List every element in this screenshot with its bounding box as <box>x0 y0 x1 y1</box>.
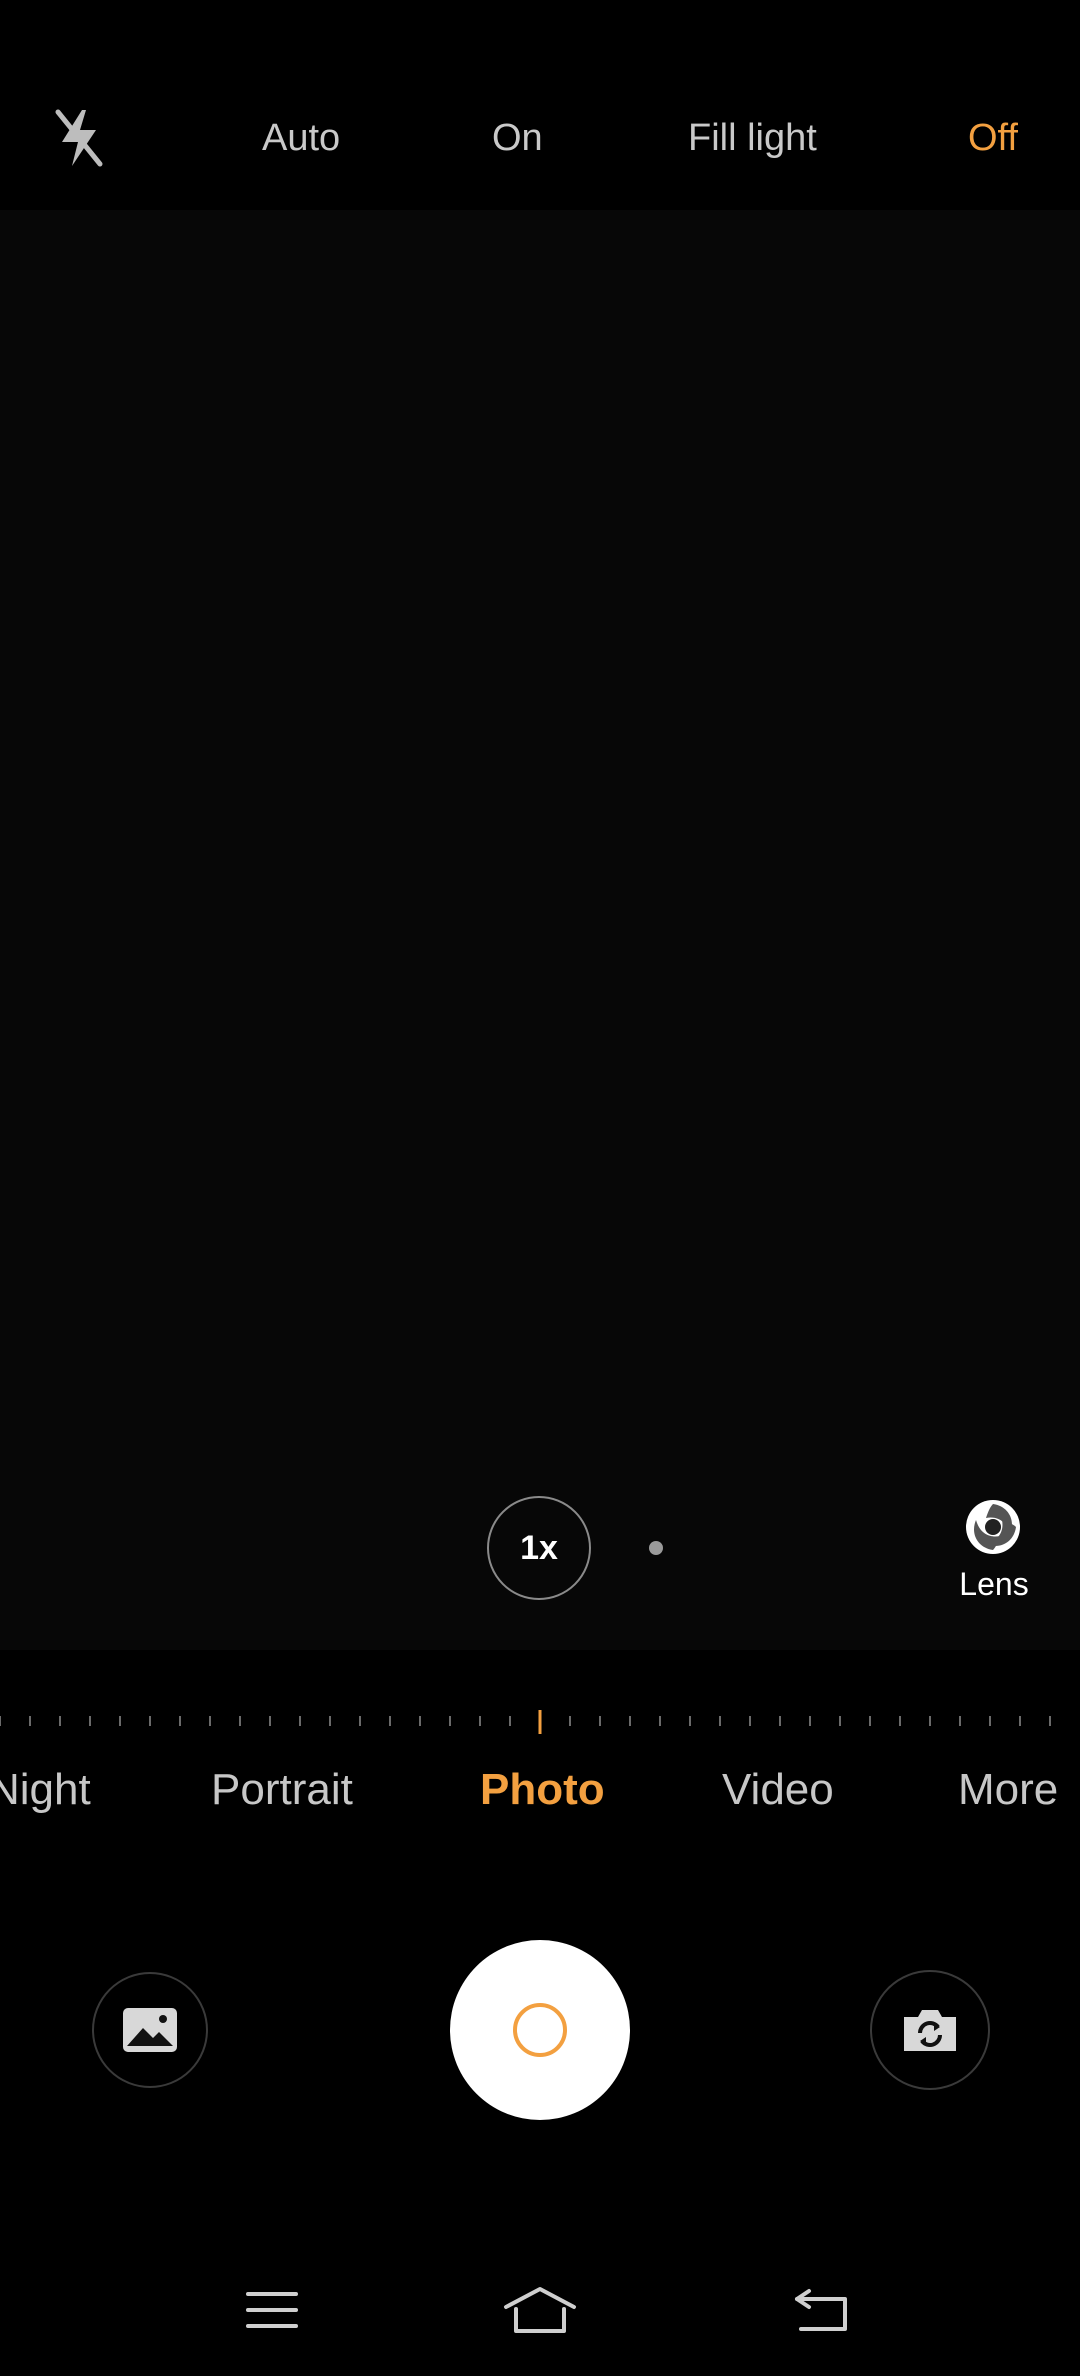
flash-option-fill-light[interactable]: Fill light <box>688 112 817 164</box>
flash-option-off[interactable]: Off <box>968 112 1018 164</box>
lens-icon <box>964 1498 1022 1556</box>
lens-label: Lens <box>959 1566 1029 1602</box>
gallery-button[interactable] <box>92 1972 208 2088</box>
back-button[interactable] <box>782 2278 862 2342</box>
mode-more[interactable]: More <box>958 1762 1058 1818</box>
mode-scroll-ruler <box>0 1706 1080 1736</box>
zoom-indicator-dot[interactable] <box>649 1541 663 1555</box>
flash-option-on[interactable]: On <box>492 112 543 164</box>
menu-button[interactable] <box>232 2278 312 2342</box>
back-icon <box>795 2289 847 2331</box>
mode-night[interactable]: Night <box>0 1762 91 1818</box>
shutter-icon <box>513 2003 567 2057</box>
flash-option-auto[interactable]: Auto <box>262 112 340 164</box>
menu-icon <box>246 2292 298 2328</box>
home-icon <box>504 2287 576 2333</box>
mode-photo[interactable]: Photo <box>480 1762 605 1818</box>
switch-camera-icon <box>904 2010 956 2051</box>
shutter-button[interactable] <box>450 1940 630 2120</box>
zoom-button[interactable]: 1x <box>487 1496 591 1600</box>
gallery-icon <box>123 2008 177 2052</box>
mode-portrait[interactable]: Portrait <box>211 1762 353 1818</box>
mode-video[interactable]: Video <box>722 1762 834 1818</box>
flash-options-bar: Auto On Fill light Off <box>0 0 1080 210</box>
lens-button[interactable]: Lens <box>950 1498 1038 1608</box>
camera-viewfinder[interactable] <box>0 210 1080 1650</box>
home-button[interactable] <box>500 2278 580 2342</box>
flash-off-icon[interactable] <box>48 104 110 170</box>
zoom-label: 1x <box>520 1528 558 1567</box>
switch-camera-button[interactable] <box>870 1970 990 2090</box>
system-nav-bar <box>0 2250 1080 2376</box>
